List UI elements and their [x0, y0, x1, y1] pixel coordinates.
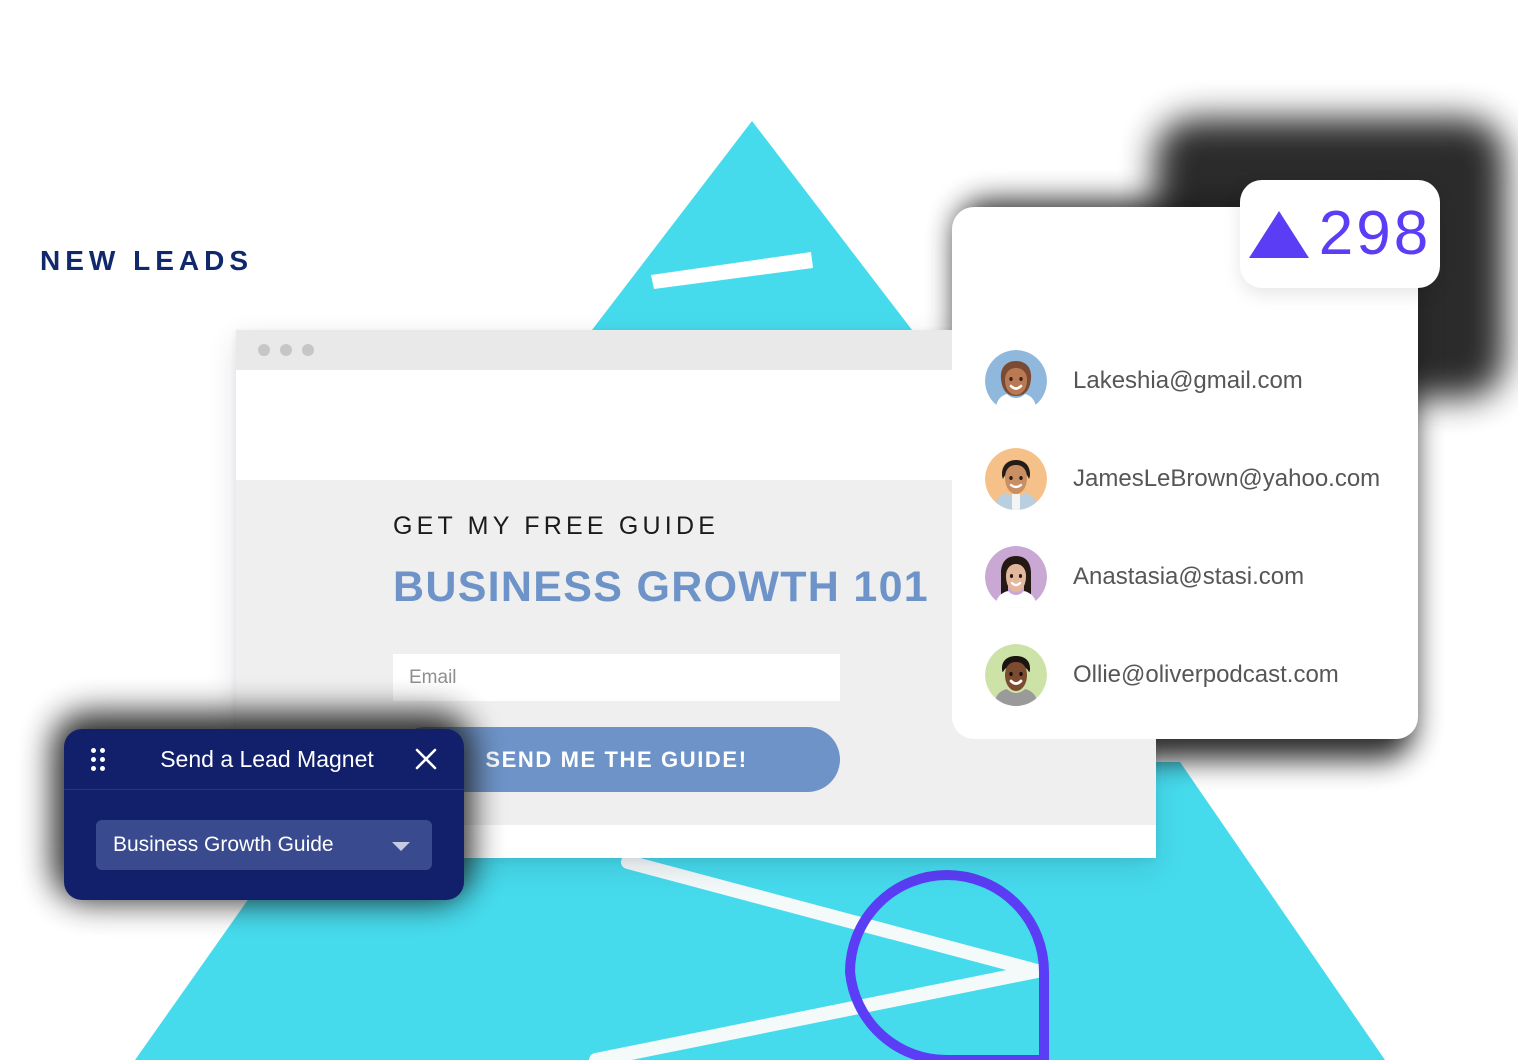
lead-magnet-panel: Send a Lead Magnet Business Growth Guide — [64, 729, 464, 900]
cyan-triangle-top — [582, 121, 922, 343]
new-leads-count-badge: 298 — [1240, 180, 1440, 288]
lead-email: Anastasia@stasi.com — [1073, 563, 1305, 590]
avatar-anastasia — [985, 546, 1047, 608]
list-item[interactable]: Ollie@oliverpodcast.com — [985, 626, 1415, 724]
email-input[interactable] — [393, 654, 840, 701]
avatar-ollie — [985, 644, 1047, 706]
new-leads-title: NEW LEADS — [40, 245, 253, 276]
list-item[interactable]: Anastasia@stasi.com — [985, 528, 1415, 626]
lead-email: Ollie@oliverpodcast.com — [1073, 661, 1339, 688]
window-maximize-dot[interactable] — [302, 344, 314, 356]
lead-magnet-panel-body: Business Growth Guide — [64, 790, 464, 900]
lead-magnet-select[interactable]: Business Growth Guide — [96, 820, 432, 870]
form-eyebrow: GET MY FREE GUIDE — [393, 512, 720, 540]
close-icon[interactable] — [410, 743, 442, 775]
new-leads-list: Lakeshia@gmail.com JamesLeBrown@yahoo.co… — [985, 332, 1415, 724]
list-item[interactable]: JamesLeBrown@yahoo.com — [985, 430, 1415, 528]
window-minimize-dot[interactable] — [280, 344, 292, 356]
new-leads-count-value: 298 — [1318, 199, 1432, 268]
drag-grip-icon[interactable] — [91, 748, 105, 771]
lead-magnet-panel-header: Send a Lead Magnet — [64, 729, 464, 790]
avatar-jameslebrown — [985, 448, 1047, 510]
lead-capture-form: GET MY FREE GUIDE BUSINESS GROWTH 101 SE… — [393, 512, 1013, 792]
lead-magnet-select-value: Business Growth Guide — [113, 833, 334, 856]
cyan-triangle-sliver — [1156, 762, 1180, 800]
chevron-down-icon — [392, 842, 410, 851]
white-stripe-top — [651, 252, 813, 289]
form-headline: BUSINESS GROWTH 101 — [393, 563, 930, 611]
avatar-lakeshia — [985, 350, 1047, 412]
lead-email: JamesLeBrown@yahoo.com — [1073, 465, 1381, 492]
white-zigzag-line — [589, 855, 1044, 1060]
lead-email: Lakeshia@gmail.com — [1073, 367, 1303, 394]
window-close-dot[interactable] — [258, 344, 270, 356]
screenshot-root: GET MY FREE GUIDE BUSINESS GROWTH 101 SE… — [0, 0, 1518, 1060]
triangle-up-icon — [1248, 210, 1309, 258]
purple-teardrop-outline — [844, 870, 1049, 1060]
list-item[interactable]: Lakeshia@gmail.com — [985, 332, 1415, 430]
lead-magnet-panel-title: Send a Lead Magnet — [160, 745, 374, 772]
